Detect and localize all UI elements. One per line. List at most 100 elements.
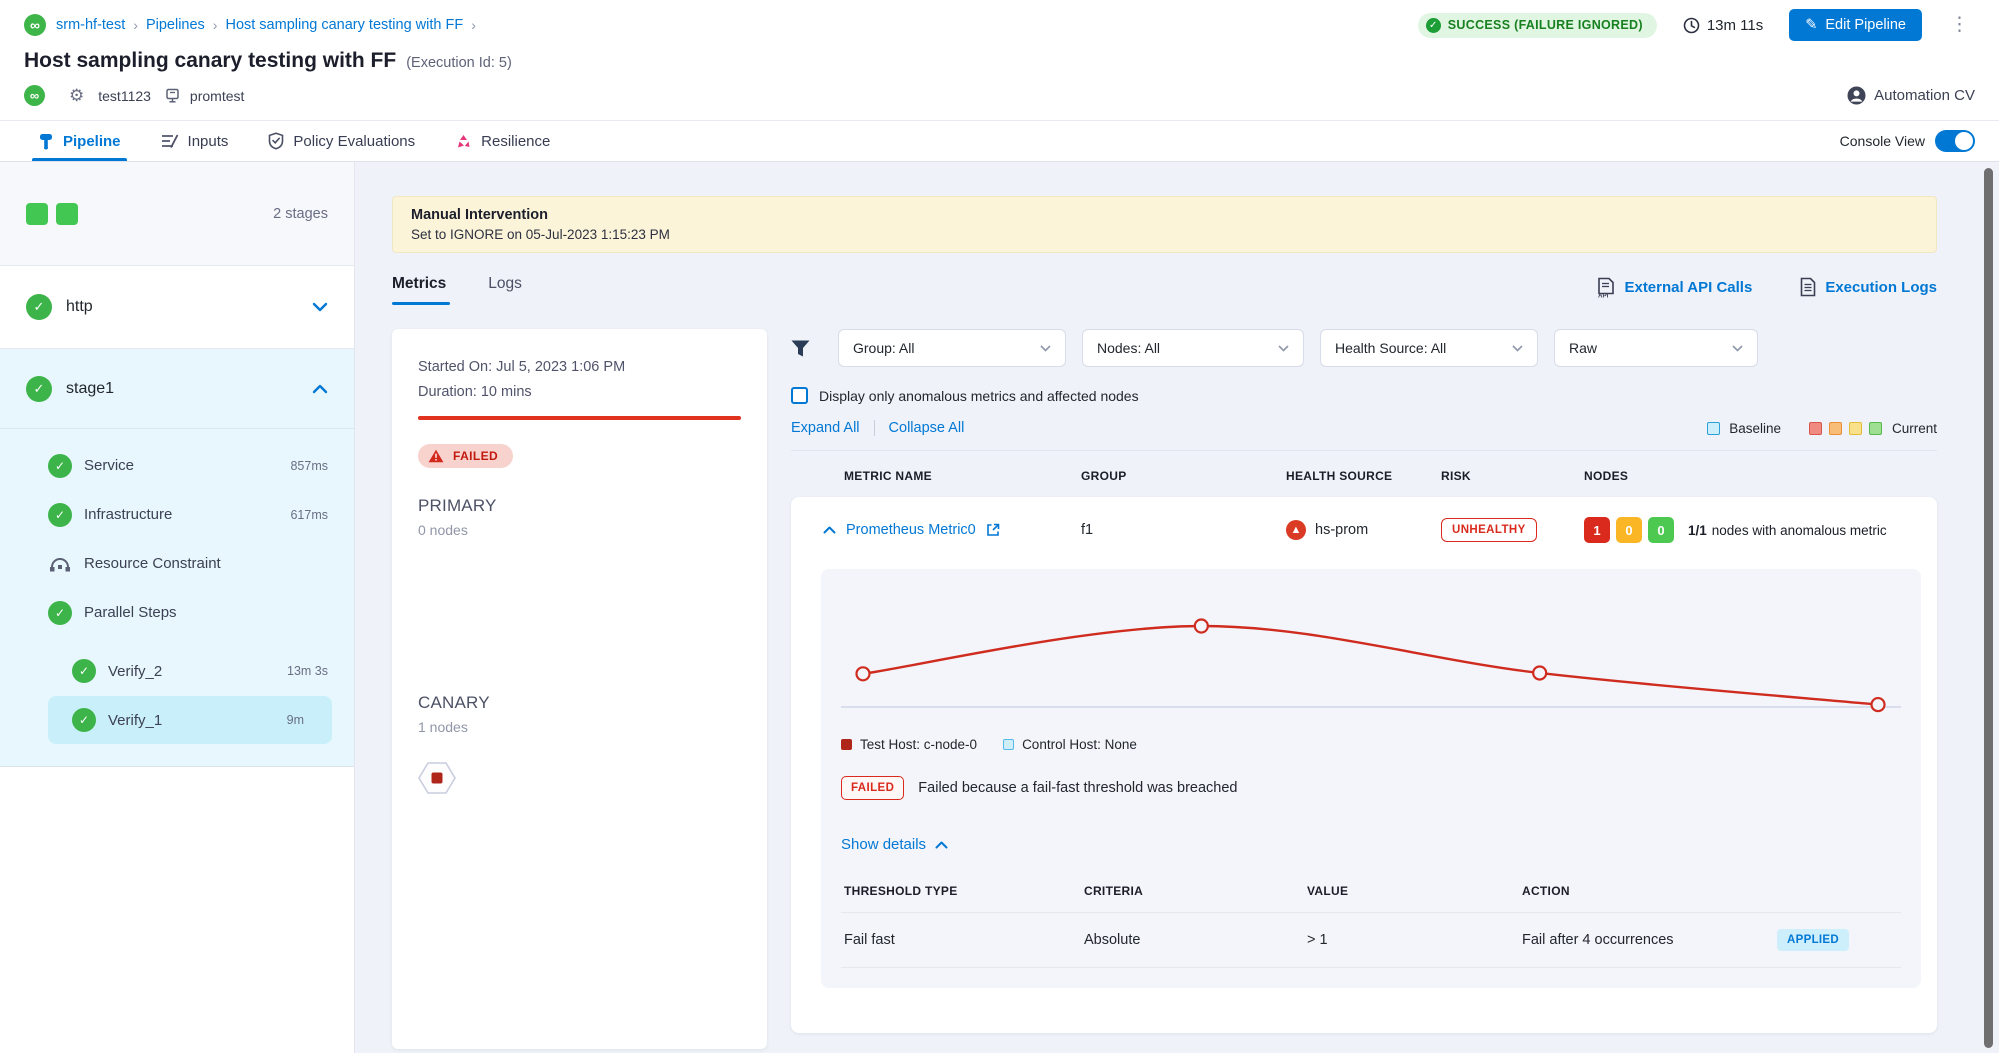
breadcrumb-pipeline-name[interactable]: Host sampling canary testing with FF (225, 17, 463, 33)
metric-timeseries-chart[interactable] (841, 589, 1901, 723)
sidebar-stage-stage1[interactable]: ✓ stage1 (0, 349, 354, 429)
step-duration: 9m (287, 713, 304, 727)
external-api-calls-link[interactable]: API External API Calls (1597, 277, 1752, 298)
api-document-icon: API (1597, 277, 1615, 298)
group-filter-select[interactable]: Group: All (838, 329, 1066, 367)
harness-logo-icon: ∞ (24, 14, 46, 36)
tab-resilience[interactable]: Resilience (455, 121, 550, 161)
col-action: ACTION (1522, 884, 1901, 898)
more-options-icon[interactable]: ⋮ (1944, 18, 1975, 32)
execution-id: (Execution Id: 5) (406, 55, 512, 71)
success-check-icon: ✓ (72, 708, 96, 732)
warning-triangle-icon (428, 449, 444, 463)
primary-group-label: PRIMARY (418, 496, 741, 516)
chevron-down-icon (1512, 345, 1523, 352)
metric-detail-panel: Test Host: c-node-0 Control Host: None F… (821, 569, 1921, 988)
warning-node-count-badge: 0 (1616, 517, 1642, 543)
canary-group-label: CANARY (418, 693, 741, 713)
failed-outline-badge: FAILED (841, 776, 904, 800)
chevron-down-icon[interactable] (312, 302, 328, 312)
tab-metrics[interactable]: Metrics (392, 269, 446, 305)
health-source-filter-select[interactable]: Health Source: All (1320, 329, 1538, 367)
chevron-up-icon[interactable] (312, 384, 328, 394)
stage-square-icon (26, 203, 48, 225)
external-link-icon[interactable] (986, 523, 1000, 537)
stage-sidebar: 2 stages ✓ http ✓ stage1 ✓ Service 857ms (0, 162, 355, 1053)
app-window: ∞ srm-hf-test › Pipelines › Host samplin… (0, 0, 1999, 1053)
execution-logs-link[interactable]: Execution Logs (1800, 277, 1937, 297)
tab-inputs[interactable]: Inputs (161, 121, 229, 161)
baseline-swatch (1707, 422, 1720, 435)
current-red-swatch (1809, 422, 1822, 435)
tab-policy-evaluations[interactable]: Policy Evaluations (268, 121, 415, 161)
sidebar-step-resource-constraint[interactable]: Resource Constraint (0, 539, 354, 588)
page-title: Host sampling canary testing with FF (24, 49, 396, 73)
stages-summary: 2 stages (0, 162, 354, 266)
banner-title: Manual Intervention (411, 207, 1918, 223)
breadcrumb-project[interactable]: srm-hf-test (56, 17, 125, 33)
sidebar-step-verify-2[interactable]: ✓ Verify_2 13m 3s (0, 647, 354, 695)
sidebar-stage-http[interactable]: ✓ http (0, 266, 354, 349)
applied-status-badge: APPLIED (1777, 929, 1849, 951)
stage1-section: ✓ stage1 ✓ Service 857ms ✓ Infrastructur… (0, 349, 354, 767)
canary-node-count: 1 nodes (418, 719, 741, 735)
breadcrumb-separator: › (213, 17, 218, 33)
breadcrumb: ∞ srm-hf-test › Pipelines › Host samplin… (24, 10, 1975, 40)
collapse-chevron-up-icon[interactable] (823, 526, 836, 534)
edit-pipeline-button[interactable]: ✎ Edit Pipeline (1789, 9, 1922, 41)
threshold-table: THRESHOLD TYPE CRITERIA VALUE ACTION Fai… (841, 884, 1901, 968)
anomalous-only-checkbox[interactable] (791, 387, 808, 404)
threshold-row: Fail fast Absolute > 1 Fail after 4 occu… (841, 912, 1901, 968)
resilience-chaos-icon (455, 133, 472, 150)
expand-all-link[interactable]: Expand All (791, 420, 860, 436)
criteria-cell: Absolute (1084, 932, 1307, 948)
sidebar-step-verify-1[interactable]: ✓ Verify_1 9m (48, 696, 332, 744)
service-name[interactable]: test1123 (98, 88, 151, 104)
tab-pipeline[interactable]: Pipeline (38, 121, 121, 161)
inputs-icon (161, 133, 179, 149)
step-duration: 857ms (290, 459, 328, 473)
verification-tabs: Metrics Logs API External API Calls Exec… (392, 269, 1937, 305)
console-view-toggle[interactable] (1935, 130, 1975, 152)
execution-summary-card: Started On: Jul 5, 2023 1:06 PM Duration… (392, 329, 767, 1049)
verification-duration: Duration: 10 mins (418, 384, 741, 400)
success-check-icon: ✓ (48, 454, 72, 478)
started-on: Started On: Jul 5, 2023 1:06 PM (418, 359, 741, 375)
threshold-type-cell: Fail fast (844, 932, 1084, 948)
manual-intervention-banner: Manual Intervention Set to IGNORE on 05-… (392, 196, 1937, 253)
nodes-filter-select[interactable]: Nodes: All (1082, 329, 1304, 367)
chart-color-legend: Baseline Current (1707, 421, 1937, 436)
user-display[interactable]: Automation CV (1847, 86, 1975, 105)
metric-name-cell[interactable]: Prometheus Metric0 (823, 522, 1081, 538)
prometheus-icon: ▲ (1286, 520, 1306, 540)
unhealthy-node-count-badge: 1 (1584, 517, 1610, 543)
sidebar-step-infrastructure[interactable]: ✓ Infrastructure 617ms (0, 490, 354, 539)
breadcrumb-separator: › (133, 17, 138, 33)
success-check-icon: ✓ (26, 294, 52, 320)
success-check-icon: ✓ (48, 601, 72, 625)
value-cell: > 1 (1307, 932, 1522, 948)
primary-node-count: 0 nodes (418, 522, 741, 538)
vertical-scrollbar-thumb[interactable] (1984, 168, 1993, 1048)
failed-status-pill: FAILED (418, 444, 513, 468)
tab-logs[interactable]: Logs (488, 269, 522, 305)
breadcrumb-pipelines[interactable]: Pipelines (146, 17, 205, 33)
anomalous-only-label: Display only anomalous metrics and affec… (819, 388, 1139, 404)
data-mode-select[interactable]: Raw (1554, 329, 1758, 367)
line-chart[interactable] (841, 589, 1901, 723)
filter-funnel-icon[interactable] (791, 340, 810, 357)
anomalous-nodes-note: 1/1nodes with anomalous metric (1688, 523, 1887, 538)
environment-icon (165, 88, 180, 104)
show-details-link[interactable]: Show details (841, 836, 948, 853)
collapse-all-link[interactable]: Collapse All (889, 420, 965, 436)
sidebar-step-service[interactable]: ✓ Service 857ms (0, 441, 354, 490)
environment-name[interactable]: promtest (190, 88, 244, 104)
current-yellow-swatch (1849, 422, 1862, 435)
step-detail-panel: Manual Intervention Set to IGNORE on 05-… (355, 162, 1999, 1053)
chevron-up-icon (935, 841, 948, 849)
sidebar-step-parallel-steps[interactable]: ✓ Parallel Steps (0, 588, 354, 637)
control-host-swatch (1003, 739, 1014, 750)
canary-node-hexagon-icon[interactable] (418, 761, 456, 795)
healthy-node-count-badge: 0 (1648, 517, 1674, 543)
success-check-icon: ✓ (72, 659, 96, 683)
